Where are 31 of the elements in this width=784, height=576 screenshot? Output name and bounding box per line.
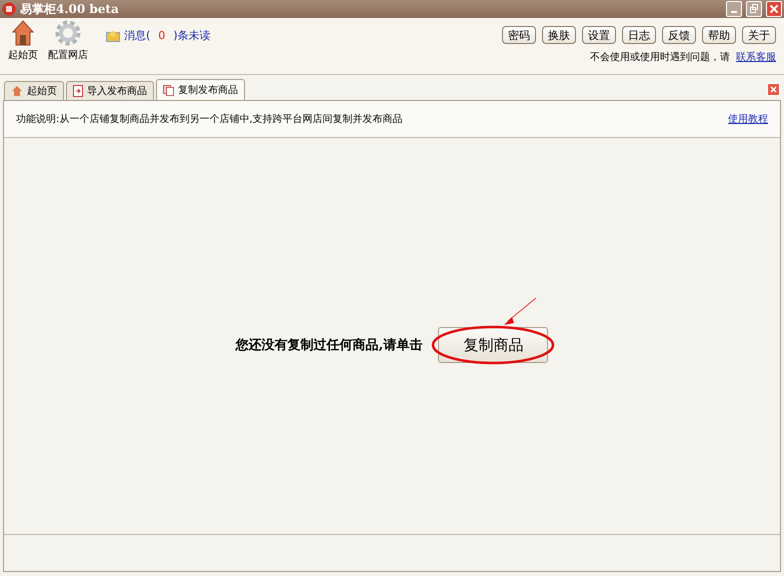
unread-count: 0 (157, 29, 166, 42)
description-text: 功能说明:从一个店铺复制商品并发布到另一个店铺中,支持跨平台网店间复制并发布商品 (16, 112, 404, 126)
contact-support-link[interactable]: 联系客服 (736, 50, 776, 64)
tab[interactable]: 复制发布商品 (156, 79, 245, 100)
gear-icon (55, 20, 81, 46)
tab[interactable]: 起始页 (4, 81, 64, 100)
envelope-icon (106, 30, 120, 42)
copy-icon (163, 84, 174, 96)
tab[interactable]: 导入发布商品 (66, 81, 154, 100)
message-label: )条未读 (173, 28, 211, 43)
toolbar-button[interactable]: 帮助 (702, 26, 736, 44)
toolbar-button[interactable]: 配置网店 (48, 20, 88, 62)
empty-message: 您还没有复制过任何商品,请单击 (236, 336, 422, 354)
toolbar-button[interactable]: 密码 (502, 26, 536, 44)
document-icon (73, 85, 83, 97)
minimize-button[interactable] (726, 1, 742, 17)
tutorial-link[interactable]: 使用教程 (728, 112, 768, 126)
toolbar-button[interactable]: 日志 (622, 26, 656, 44)
toolbar-button[interactable]: 换肤 (542, 26, 576, 44)
toolbar-button[interactable]: 关于 (742, 26, 776, 44)
toolbar-button[interactable]: 设置 (582, 26, 616, 44)
help-text: 不会使用或使用时遇到问题，请 (590, 50, 730, 64)
message-label: 消息( (124, 28, 150, 43)
restore-button[interactable] (746, 1, 762, 17)
toolbar-button[interactable]: 反馈 (662, 26, 696, 44)
close-button[interactable] (766, 1, 782, 17)
app-icon (2, 2, 16, 16)
close-tab-icon[interactable] (767, 82, 780, 96)
arrow-drawing (502, 297, 538, 327)
toolbar-button[interactable]: 起始页 (8, 20, 38, 62)
window-title: 易掌柜4.00 beta (20, 0, 120, 18)
